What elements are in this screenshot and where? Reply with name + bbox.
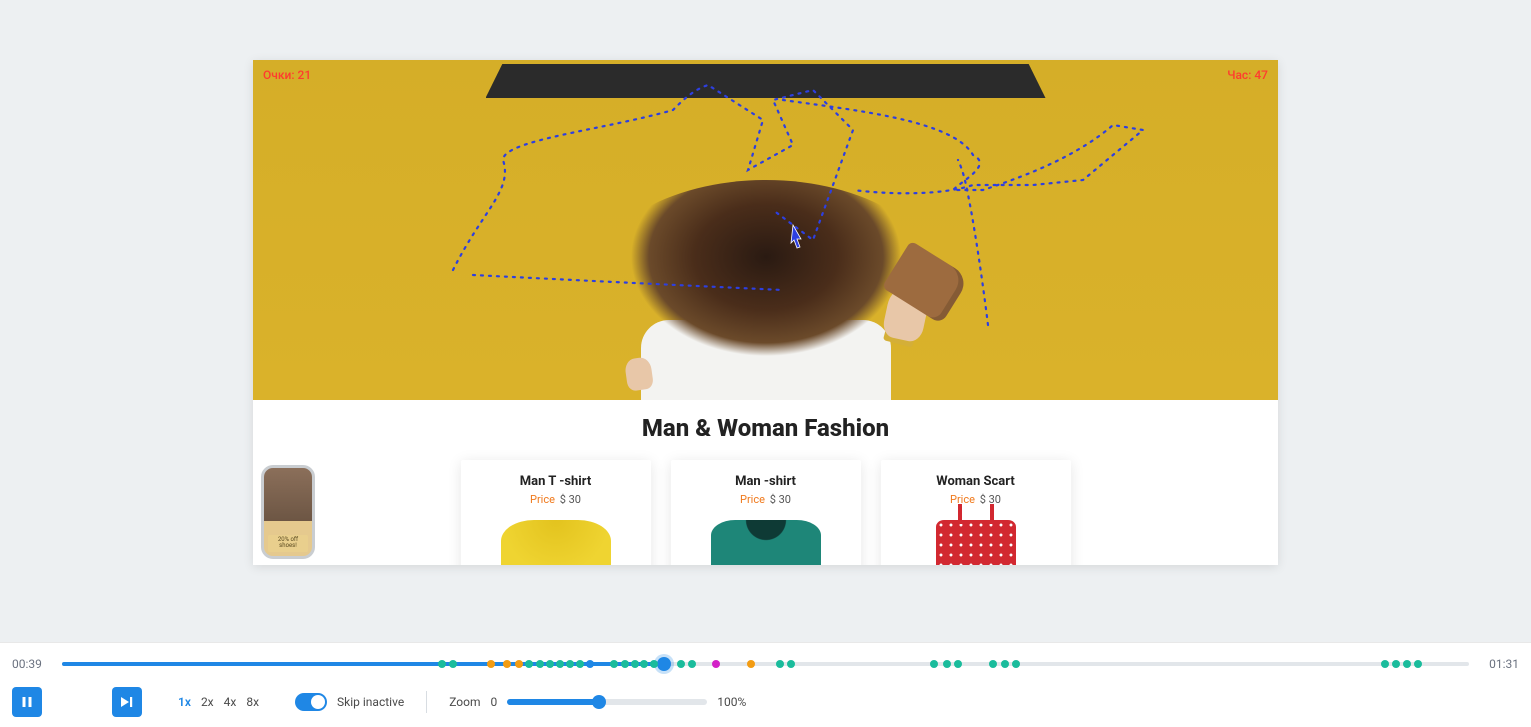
timeline-event-dot[interactable] <box>438 660 446 668</box>
timeline-event-dot[interactable] <box>640 660 648 668</box>
timeline-event-dot[interactable] <box>610 660 618 668</box>
device-preview-thumb[interactable]: 20% off shoes! <box>261 465 315 559</box>
timeline-event-dot[interactable] <box>712 660 720 668</box>
zoom-max: 100% <box>717 695 746 709</box>
timeline-event-dot[interactable] <box>1012 660 1020 668</box>
timeline-event-dot[interactable] <box>930 660 938 668</box>
skip-inactive-label: Skip inactive <box>337 695 404 709</box>
timeline-event-dot[interactable] <box>943 660 951 668</box>
timeline-row: 00:39 01:31 <box>12 655 1519 673</box>
section-title: Man & Woman Fashion <box>253 414 1278 442</box>
price-label: Price <box>950 493 975 506</box>
session-viewport: Очки: 21 Час: 47 Man & Woman <box>0 0 1531 620</box>
product-image <box>711 520 821 565</box>
product-title: Man -shirt <box>681 474 851 489</box>
timeline-event-dot[interactable] <box>566 660 574 668</box>
zoom-label: Zoom <box>449 695 480 709</box>
timeline-event-dot[interactable] <box>515 660 523 668</box>
timeline-event-dot[interactable] <box>586 660 594 668</box>
product-row: Man T -shirt Price $ 30 Man -shirt Price… <box>253 454 1278 565</box>
price-value: $ 30 <box>560 493 581 506</box>
timeline-event-dot[interactable] <box>621 660 629 668</box>
product-card[interactable]: Woman Scart Price $ 30 <box>881 460 1071 565</box>
pause-button[interactable] <box>12 687 42 717</box>
timeline-event-dot[interactable] <box>536 660 544 668</box>
current-time: 00:39 <box>12 657 52 671</box>
product-image <box>936 520 1016 565</box>
skip-forward-button[interactable] <box>112 687 142 717</box>
timeline-event-dot[interactable] <box>1381 660 1389 668</box>
speed-selector: 1x 2x 4x 8x <box>178 695 259 709</box>
thumb-badge: 20% off shoes! <box>268 535 308 552</box>
speed-option-1x[interactable]: 1x <box>178 695 191 709</box>
timeline-event-dot[interactable] <box>1001 660 1009 668</box>
timeline-event-dot[interactable] <box>954 660 962 668</box>
timeline-event-dot[interactable] <box>1414 660 1422 668</box>
product-card[interactable]: Man T -shirt Price $ 30 <box>461 460 651 565</box>
timeline-event-dot[interactable] <box>1392 660 1400 668</box>
price-label: Price <box>740 493 765 506</box>
timeline-event-dot[interactable] <box>787 660 795 668</box>
hero-banner: Очки: 21 Час: 47 <box>253 60 1278 400</box>
cursor-trail <box>253 60 1278 400</box>
skip-inactive-group: Skip inactive <box>295 693 404 711</box>
timeline-event-dot[interactable] <box>1403 660 1411 668</box>
speed-option-2x[interactable]: 2x <box>201 695 214 709</box>
timeline-event-dot[interactable] <box>576 660 584 668</box>
timeline-event-dot[interactable] <box>677 660 685 668</box>
product-card[interactable]: Man -shirt Price $ 30 <box>671 460 861 565</box>
session-player: 00:39 01:31 1x 2x 4x 8x Skip inactive Zoom … <box>0 642 1531 727</box>
product-title: Man T -shirt <box>471 474 641 489</box>
playhead[interactable] <box>657 657 671 671</box>
total-time: 01:31 <box>1479 657 1519 671</box>
timeline[interactable] <box>62 655 1469 673</box>
timeline-event-dot[interactable] <box>631 660 639 668</box>
price-value: $ 30 <box>770 493 791 506</box>
zoom-min: 0 <box>490 695 497 709</box>
controls-row: 1x 2x 4x 8x Skip inactive Zoom 0 100% <box>12 687 1519 717</box>
timeline-event-dot[interactable] <box>650 660 658 668</box>
timeline-event-dot[interactable] <box>487 660 495 668</box>
skip-forward-icon <box>120 696 134 708</box>
timeline-event-dot[interactable] <box>503 660 511 668</box>
timeline-event-dot[interactable] <box>525 660 533 668</box>
speed-option-4x[interactable]: 4x <box>224 695 237 709</box>
timeline-event-dot[interactable] <box>776 660 784 668</box>
zoom-handle[interactable] <box>592 695 606 709</box>
timeline-event-dot[interactable] <box>688 660 696 668</box>
product-title: Woman Scart <box>891 474 1061 489</box>
divider <box>426 691 427 713</box>
timeline-event-dot[interactable] <box>989 660 997 668</box>
recorded-page: Очки: 21 Час: 47 Man & Woman <box>253 60 1278 565</box>
product-image <box>501 520 611 565</box>
zoom-slider[interactable] <box>507 699 707 705</box>
timeline-event-dot[interactable] <box>546 660 554 668</box>
pause-icon <box>21 696 33 708</box>
speed-option-8x[interactable]: 8x <box>246 695 259 709</box>
timeline-event-dot[interactable] <box>449 660 457 668</box>
price-label: Price <box>530 493 555 506</box>
timeline-event-dot[interactable] <box>747 660 755 668</box>
timeline-event-dot[interactable] <box>556 660 564 668</box>
skip-inactive-toggle[interactable] <box>295 693 327 711</box>
zoom-control: Zoom 0 100% <box>449 695 746 709</box>
